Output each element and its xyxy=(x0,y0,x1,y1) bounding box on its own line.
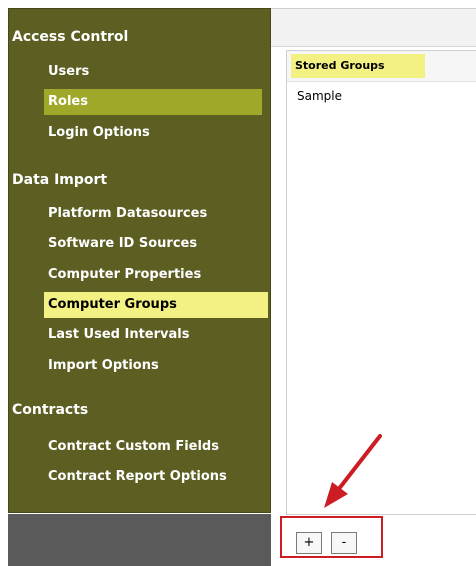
sidebar-item-login-options[interactable]: Login Options xyxy=(44,120,262,146)
content-toolbar xyxy=(271,8,476,47)
stored-groups-panel: Stored Groups Sample xyxy=(286,50,476,515)
remove-group-button[interactable]: - xyxy=(331,532,357,554)
section-title-contracts: Contracts xyxy=(12,402,89,418)
sidebar-item-software-id-sources[interactable]: Software ID Sources xyxy=(44,231,262,257)
add-group-button[interactable]: + xyxy=(296,532,322,554)
section-title-access-control: Access Control xyxy=(12,29,129,45)
section-title-data-import: Data Import xyxy=(12,172,108,188)
sidebar-item-platform-datasources[interactable]: Platform Datasources xyxy=(44,201,262,227)
sidebar-item-contract-custom-fields[interactable]: Contract Custom Fields xyxy=(44,434,262,460)
sidebar-item-last-used-intervals[interactable]: Last Used Intervals xyxy=(44,322,262,348)
sidebar-item-computer-properties[interactable]: Computer Properties xyxy=(44,262,262,288)
sidebar-item-contract-report-options[interactable]: Contract Report Options xyxy=(44,464,262,490)
sidebar-item-roles[interactable]: Roles xyxy=(44,89,262,115)
list-item[interactable]: Sample xyxy=(297,89,342,103)
sidebar-item-import-options[interactable]: Import Options xyxy=(44,353,262,379)
column-header-stored-groups[interactable]: Stored Groups xyxy=(291,54,425,78)
sidebar-item-users[interactable]: Users xyxy=(44,59,262,85)
list-header: Stored Groups xyxy=(287,51,476,82)
sidebar-item-computer-groups[interactable]: Computer Groups xyxy=(44,292,268,318)
sidebar-footer xyxy=(8,514,271,566)
